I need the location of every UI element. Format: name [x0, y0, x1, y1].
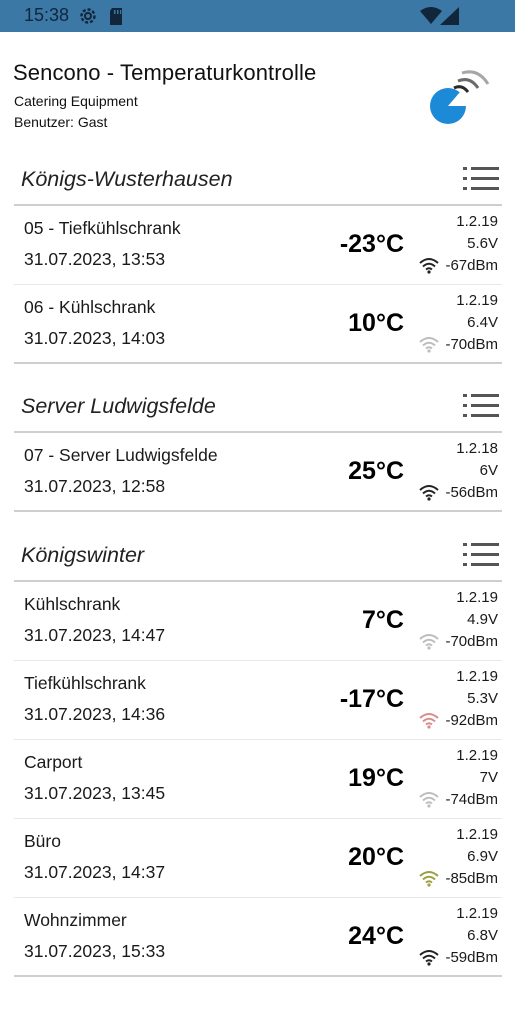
section-header: Königswinter: [14, 529, 502, 582]
sensor-voltage: 6.8V: [467, 927, 498, 944]
wifi-signal-icon: [418, 790, 440, 808]
cellular-signal-icon: [440, 7, 460, 30]
section-koenigs-wusterhausen: Königs-Wusterhausen 05 - Tiefkühlschrank…: [14, 153, 502, 364]
sensor-firmware: 1.2.19: [456, 905, 498, 922]
sensor-rssi: -70dBm: [445, 336, 498, 353]
sensor-name: 06 - Kühlschrank: [24, 297, 156, 317]
sensor-name: 07 - Server Ludwigsfelde: [24, 445, 218, 465]
list-icon[interactable]: [463, 165, 499, 193]
sensor-timestamp: 31.07.2023, 13:53: [24, 249, 166, 269]
sensor-row[interactable]: 05 - Tiefkühlschrank 31.07.2023, 13:53 -…: [14, 206, 502, 285]
sensor-row[interactable]: Tiefkühlschrank 31.07.2023, 14:36 -17°C …: [14, 661, 502, 740]
sensor-temperature: -23°C: [339, 230, 404, 258]
sensor-voltage: 4.9V: [467, 611, 498, 628]
sensor-rssi: -56dBm: [445, 484, 498, 501]
sensor-rssi: -67dBm: [445, 257, 498, 274]
section-title: Server Ludwigsfelde: [21, 394, 216, 418]
sensor-rssi: -74dBm: [445, 791, 498, 808]
list-icon[interactable]: [463, 541, 499, 569]
sensor-firmware: 1.2.19: [456, 826, 498, 843]
section-header: Königs-Wusterhausen: [14, 153, 502, 206]
sensor-temperature: 7°C: [362, 606, 404, 634]
sensor-firmware: 1.2.19: [456, 292, 498, 309]
sensor-row[interactable]: 07 - Server Ludwigsfelde 31.07.2023, 12:…: [14, 433, 502, 512]
sensor-rssi: -59dBm: [445, 949, 498, 966]
sencono-logo-icon: [424, 62, 494, 132]
sensor-timestamp: 31.07.2023, 12:58: [24, 476, 166, 496]
sensor-voltage: 6.4V: [467, 314, 498, 331]
sensor-timestamp: 31.07.2023, 15:33: [24, 941, 166, 961]
sensor-timestamp: 31.07.2023, 13:45: [24, 783, 166, 803]
sensor-voltage: 5.6V: [467, 235, 498, 252]
sensor-voltage: 6V: [479, 462, 498, 479]
wifi-icon: [420, 7, 442, 30]
sensor-timestamp: 31.07.2023, 14:37: [24, 862, 166, 882]
sensor-name: 05 - Tiefkühlschrank: [24, 218, 181, 238]
sensor-name: Büro: [24, 831, 61, 851]
wifi-signal-icon: [418, 335, 440, 353]
sensor-firmware: 1.2.19: [456, 747, 498, 764]
wifi-signal-icon: [418, 869, 440, 887]
section-title: Königs-Wusterhausen: [21, 167, 233, 191]
sensor-firmware: 1.2.19: [456, 213, 498, 230]
sensor-temperature: 25°C: [348, 457, 404, 485]
sensor-temperature: -17°C: [339, 685, 404, 713]
status-time: 15:38: [24, 5, 70, 25]
list-icon[interactable]: [463, 392, 499, 420]
sensor-timestamp: 31.07.2023, 14:03: [24, 328, 166, 348]
sensor-timestamp: 31.07.2023, 14:47: [24, 625, 166, 645]
sensor-voltage: 5.3V: [467, 690, 498, 707]
section-server-ludwigsfelde: Server Ludwigsfelde 07 - Server Ludwigsf…: [14, 380, 502, 512]
sensor-rssi: -92dBm: [445, 712, 498, 729]
user-label: Benutzer: Gast: [14, 114, 108, 130]
section-koenigswinter: Königswinter Kühlschrank 31.07.2023, 14:…: [14, 529, 502, 977]
sensor-rssi: -70dBm: [445, 633, 498, 650]
sensor-temperature: 10°C: [348, 309, 404, 337]
sensor-voltage: 7V: [479, 769, 498, 786]
sensor-timestamp: 31.07.2023, 14:36: [24, 704, 166, 724]
sensor-firmware: 1.2.19: [456, 668, 498, 685]
sd-card-icon: [108, 7, 124, 31]
sensor-firmware: 1.2.19: [456, 589, 498, 606]
sensor-voltage: 6.9V: [467, 848, 498, 865]
sensor-temperature: 20°C: [348, 843, 404, 871]
section-title: Königswinter: [21, 543, 145, 567]
sensor-row[interactable]: Carport 31.07.2023, 13:45 19°C 1.2.19 7V…: [14, 740, 502, 819]
sensor-row[interactable]: Büro 31.07.2023, 14:37 20°C 1.2.19 6.9V …: [14, 819, 502, 898]
sensor-rssi: -85dBm: [445, 870, 498, 887]
sensor-name: Carport: [24, 752, 83, 772]
sensor-firmware: 1.2.18: [456, 440, 498, 457]
company-name: Catering Equipment: [14, 93, 138, 109]
wifi-signal-icon: [418, 632, 440, 650]
status-bar: 15:38: [0, 0, 515, 32]
sensor-row[interactable]: Wohnzimmer 31.07.2023, 15:33 24°C 1.2.19…: [14, 898, 502, 977]
section-header: Server Ludwigsfelde: [14, 380, 502, 433]
sensor-row[interactable]: 06 - Kühlschrank 31.07.2023, 14:03 10°C …: [14, 285, 502, 364]
sensor-name: Kühlschrank: [24, 594, 121, 614]
sensor-name: Tiefkühlschrank: [24, 673, 146, 693]
settings-icon: [78, 6, 98, 31]
wifi-signal-icon: [418, 256, 440, 274]
wifi-signal-icon: [418, 711, 440, 729]
sensor-temperature: 19°C: [348, 764, 404, 792]
app-header: Sencono - Temperaturkontrolle Catering E…: [0, 32, 515, 147]
sensor-temperature: 24°C: [348, 922, 404, 950]
wifi-signal-icon: [418, 948, 440, 966]
sensor-name: Wohnzimmer: [24, 910, 127, 930]
app-title: Sencono - Temperaturkontrolle: [13, 60, 317, 85]
wifi-signal-icon: [418, 483, 440, 501]
sensor-row[interactable]: Kühlschrank 31.07.2023, 14:47 7°C 1.2.19…: [14, 582, 502, 661]
